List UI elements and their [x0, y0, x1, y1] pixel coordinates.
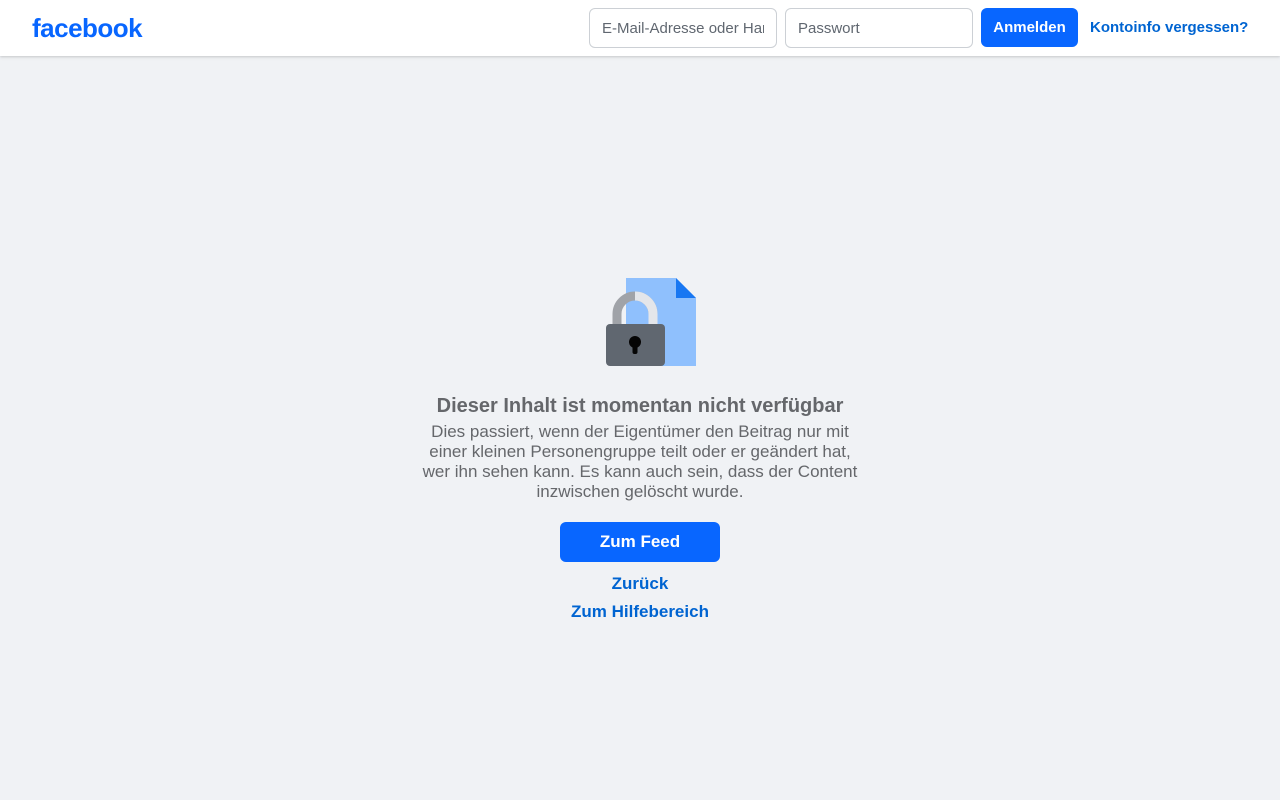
go-to-feed-button[interactable]: Zum Feed	[560, 522, 720, 562]
password-input[interactable]	[785, 8, 973, 48]
unavailable-description: Dies passiert, wenn der Eigentümer den B…	[422, 422, 858, 501]
help-center-link[interactable]: Zum Hilfebereich	[0, 598, 1280, 626]
top-navigation-bar: facebook Anmelden Kontoinfo vergessen?	[0, 0, 1280, 56]
locked-document-icon	[606, 278, 696, 366]
email-or-phone-input[interactable]	[589, 8, 777, 48]
content-unavailable-panel: Dieser Inhalt ist momentan nicht verfügb…	[0, 272, 1280, 626]
login-button[interactable]: Anmelden	[981, 8, 1078, 47]
page-title: Dieser Inhalt ist momentan nicht verfügb…	[436, 395, 844, 417]
facebook-logo[interactable]: facebook	[32, 11, 143, 45]
back-link[interactable]: Zurück	[0, 570, 1280, 598]
forgot-account-link[interactable]: Kontoinfo vergessen?	[1090, 18, 1248, 38]
